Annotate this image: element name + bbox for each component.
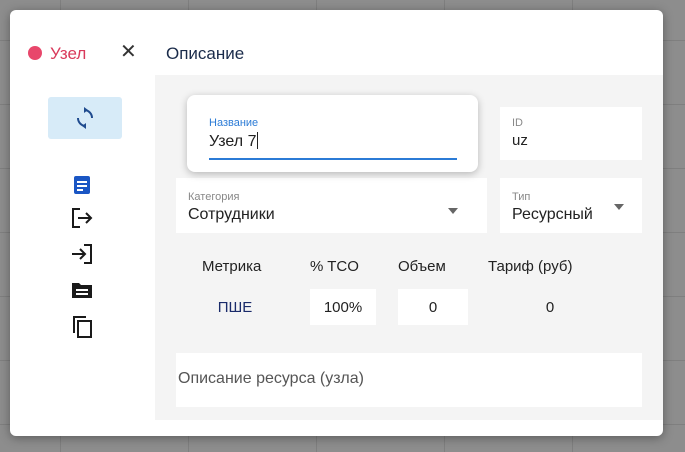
node-status-dot: [28, 46, 42, 60]
folder-icon[interactable]: [71, 280, 93, 305]
volume-value: 0: [428, 299, 438, 316]
tab-description[interactable]: Описание: [166, 44, 244, 64]
header-tariff: Тариф (руб): [488, 258, 573, 275]
tariff-value: 0: [545, 299, 555, 316]
name-input[interactable]: Узел 7: [209, 132, 259, 151]
copy-icon[interactable]: [72, 315, 94, 344]
name-underline: [209, 158, 457, 160]
name-label: Название: [209, 117, 259, 129]
description-placeholder: Описание ресурса (узла): [178, 370, 364, 387]
sync-icon: [76, 107, 94, 129]
category-label: Категория: [188, 191, 240, 203]
type-value: Ресурсный: [512, 206, 593, 223]
logout-icon[interactable]: [70, 207, 94, 234]
document-icon[interactable]: [73, 175, 91, 200]
header-tco: % TCO: [310, 258, 359, 275]
login-icon[interactable]: [70, 243, 94, 270]
chevron-down-icon: [448, 208, 458, 214]
tco-input[interactable]: 100%: [310, 289, 376, 325]
metric-value: ПШЕ: [217, 299, 253, 316]
node-dialog: Узел ✕ Описание ID uz Категория Сотрудни…: [10, 10, 663, 436]
sync-button[interactable]: [48, 97, 122, 139]
type-label: Тип: [512, 191, 531, 203]
header-volume: Объем: [398, 258, 446, 275]
id-value: uz: [512, 132, 528, 149]
id-field[interactable]: ID uz: [500, 107, 642, 160]
header-metric: Метрика: [202, 258, 262, 275]
dialog-header: Узел ✕ Описание: [10, 10, 663, 75]
text-cursor: [257, 132, 259, 149]
sidebar: [10, 75, 155, 420]
chevron-down-icon: [614, 204, 624, 210]
description-field[interactable]: Описание ресурса (узла): [176, 353, 642, 407]
node-title: Узел: [50, 44, 87, 63]
category-value: Сотрудники: [188, 206, 275, 223]
category-select[interactable]: Категория Сотрудники: [176, 178, 487, 233]
volume-input[interactable]: 0: [398, 289, 468, 325]
name-field[interactable]: Название Узел 7: [187, 95, 478, 172]
type-select[interactable]: Тип Ресурсный: [500, 178, 642, 233]
id-label: ID: [512, 117, 523, 129]
close-icon[interactable]: ✕: [120, 42, 137, 62]
name-value: Узел 7: [209, 133, 257, 150]
tco-value: 100%: [323, 299, 363, 316]
